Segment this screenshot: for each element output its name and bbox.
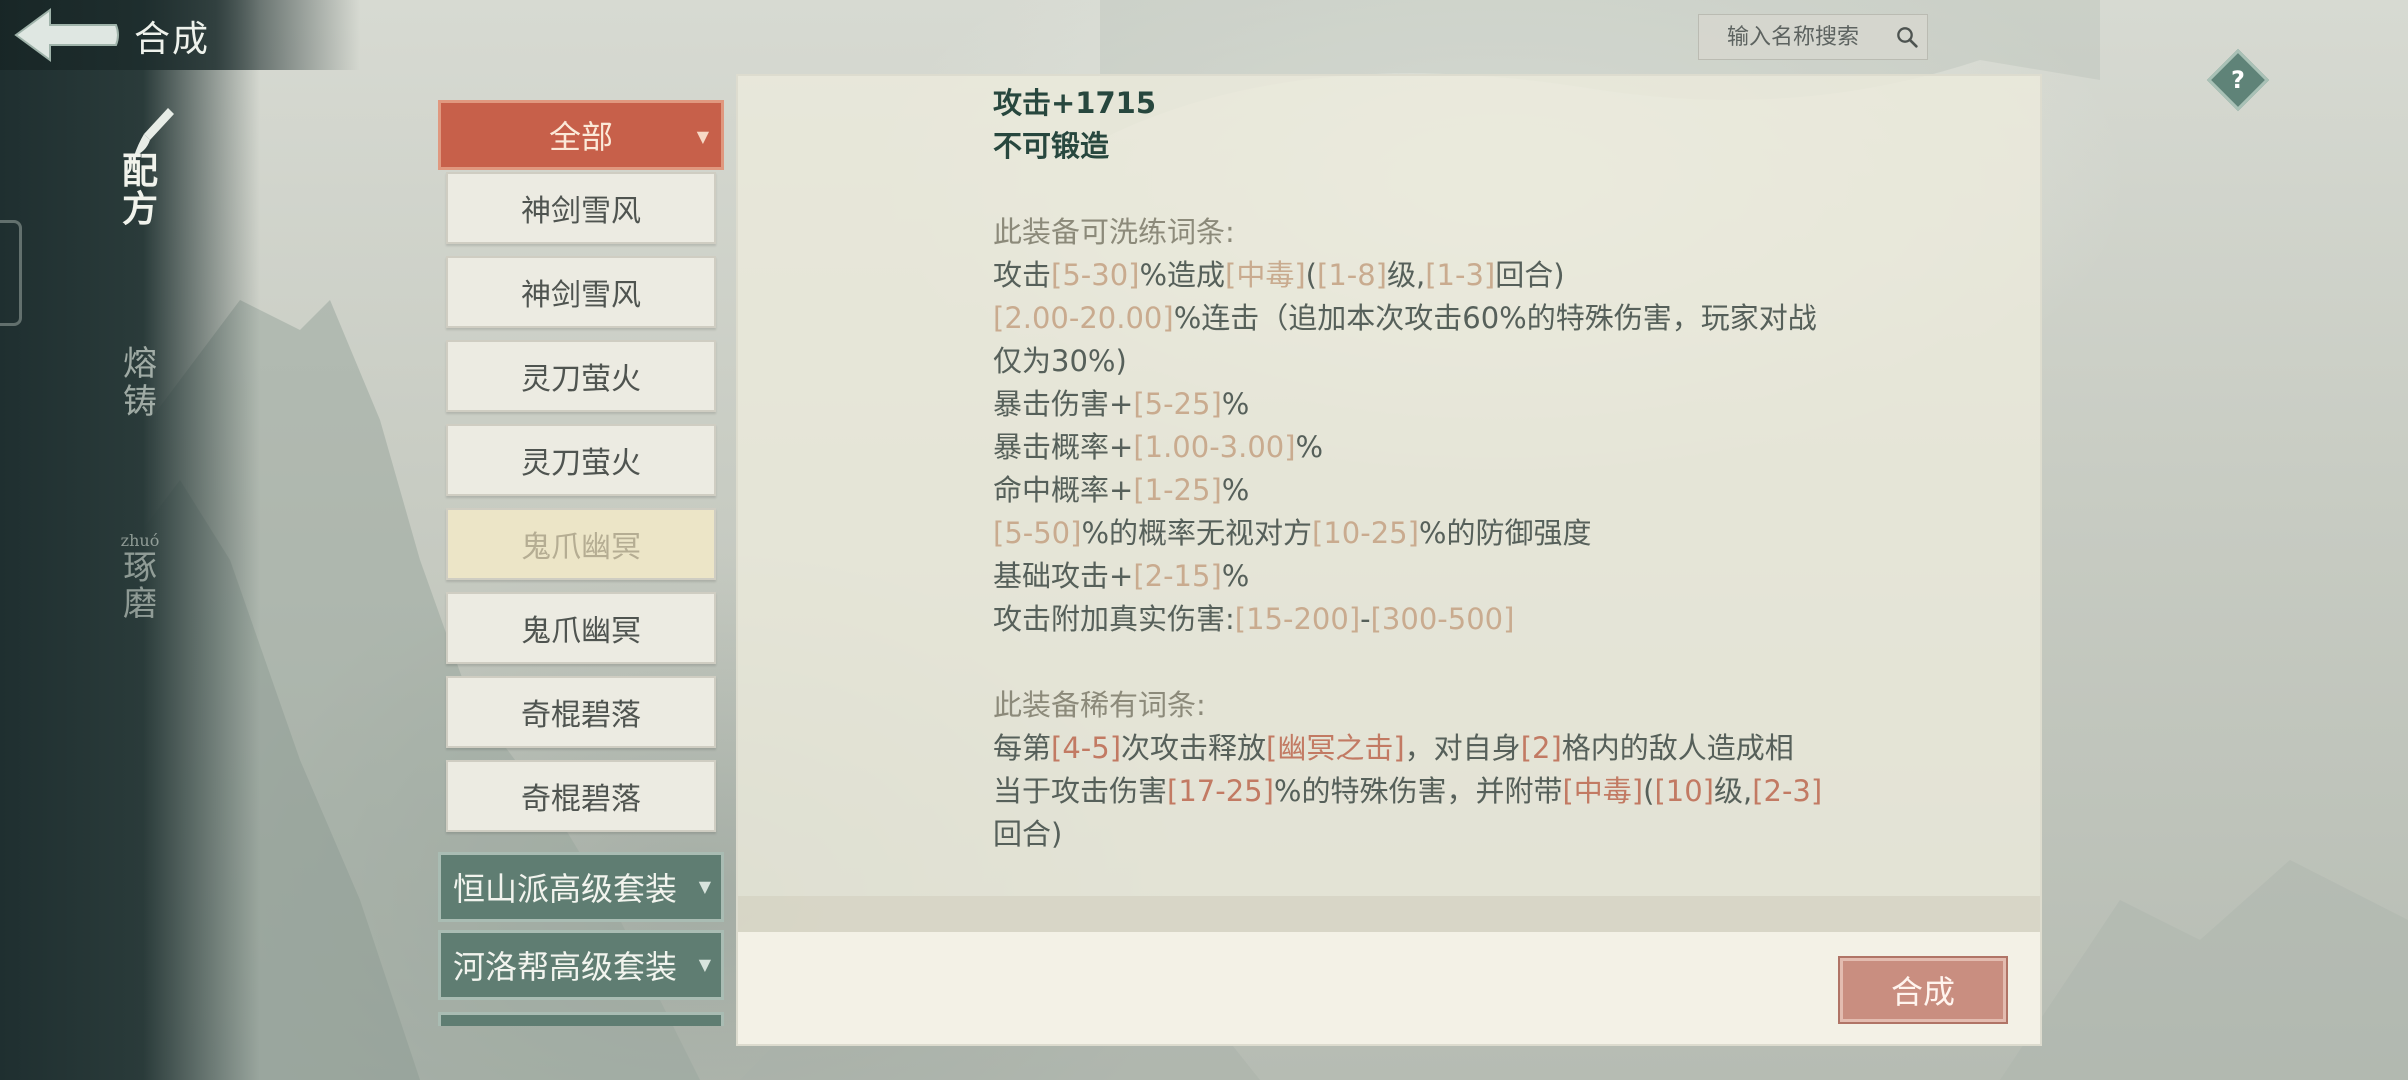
value-range: [2-3] (1752, 774, 1823, 808)
wash-line: 命中概率+[1-25]% (993, 473, 1250, 507)
value-range: [5-25] (1133, 387, 1222, 421)
value-range: [1-8] (1317, 258, 1387, 292)
wash-title: 此装备可洗练词条: (993, 215, 1235, 249)
tab-smelt-char-1: 熔 (123, 344, 157, 384)
side-edge-decoration (0, 220, 22, 326)
value-range: [4-5] (1051, 731, 1122, 765)
recipe-item[interactable]: 奇棍碧落 (446, 676, 716, 748)
search-input[interactable] (1725, 23, 1889, 51)
recipe-item[interactable]: 神剑雪风 (446, 172, 716, 244)
recipe-item-label: 神剑雪风 (521, 194, 641, 229)
recipe-item-label: 鬼爪幽冥 (521, 530, 641, 565)
recipe-item-selected[interactable]: 鬼爪幽冥 (446, 508, 716, 580)
help-icon: ? (2231, 66, 2245, 94)
recipe-item[interactable]: 神剑雪风 (446, 256, 716, 328)
value-range: [中毒] (1225, 258, 1306, 292)
value-range: [1-3] (1425, 258, 1496, 292)
search-icon[interactable] (1895, 19, 1919, 55)
category-all-label: 全部 (548, 118, 613, 156)
tab-recipe-char-2: 方 (121, 188, 158, 230)
wash-line: 暴击伤害+[5-25]% (993, 387, 1250, 421)
recipe-item-label: 奇棍碧落 (521, 782, 641, 817)
value-range: [10-25] (1312, 516, 1419, 550)
wash-line: 基础攻击+[2-15]% (993, 559, 1250, 593)
value-range: [5-30] (1051, 258, 1140, 292)
tab-recipe-char-1: 配 (121, 150, 158, 192)
wash-line: [5-50]%的概率无视对方[10-25]%的防御强度 (993, 516, 1592, 550)
value-range: [2] (1520, 731, 1562, 765)
recipe-item-label: 神剑雪风 (521, 278, 641, 313)
category-heluo-dropdown[interactable]: 河洛帮高级套装 ▼ (438, 930, 724, 1000)
value-range: [17-25] (1167, 774, 1274, 808)
value-range: [300-500] (1370, 602, 1515, 636)
category-partial[interactable] (438, 1012, 724, 1026)
chevron-down-icon: ▼ (696, 127, 709, 146)
value-range: [2-15] (1133, 559, 1222, 593)
rare-title: 此装备稀有词条: (993, 688, 1206, 722)
chevron-down-icon: ▼ (698, 955, 711, 974)
attack-stat: 攻击+1715 (993, 86, 1157, 120)
value-range: [中毒] (1562, 774, 1644, 808)
back-arrow-icon[interactable] (12, 6, 124, 64)
synthesize-button-label: 合成 (1890, 973, 1955, 1011)
wash-line: 攻击附加真实伤害:[15-200]-[300-500] (993, 602, 1515, 636)
value-range: [2.00-20.00] (993, 301, 1174, 335)
wash-line: [2.00-20.00]%连击（追加本次攻击60%的特殊伤害，玩家对战 (993, 301, 1817, 335)
recipe-item-label: 灵刀萤火 (521, 446, 641, 481)
recipe-item[interactable]: 奇棍碧落 (446, 760, 716, 832)
category-hengshan-dropdown[interactable]: 恒山派高级套装 ▼ (438, 852, 724, 922)
rare-line: 回合) (993, 817, 1063, 851)
category-all-dropdown[interactable]: 全部 ▼ (438, 100, 724, 170)
synthesize-button[interactable]: 合成 (1840, 958, 2006, 1022)
rare-line: 每第[4-5]次攻击释放[幽冥之击]，对自身[2]格内的敌人造成相 (993, 731, 1794, 765)
wash-line: 仅为30%) (993, 344, 1127, 378)
tab-polish-char-1: 琢 (123, 548, 157, 588)
recipe-item[interactable]: 灵刀萤火 (446, 340, 716, 412)
value-range: [15-200] (1234, 602, 1361, 636)
tab-recipe[interactable]: 配 方 (118, 152, 162, 228)
tab-polish-char-2: 磨 (123, 584, 157, 624)
panel-divider (738, 896, 2040, 932)
recipe-item-label: 灵刀萤火 (521, 362, 641, 397)
recipe-item-label: 鬼爪幽冥 (521, 614, 641, 649)
recipe-item[interactable]: 灵刀萤火 (446, 424, 716, 496)
value-range: [幽冥之击] (1266, 731, 1405, 765)
search-box[interactable] (1698, 14, 1928, 60)
rare-line: 当于攻击伤害[17-25]%的特殊伤害，并附带[中毒]([10]级,[2-3] (993, 774, 1823, 808)
forge-status: 不可锻造 (993, 129, 1110, 163)
value-range: [10] (1654, 774, 1714, 808)
wash-line: 暴击概率+[1.00-3.00]% (993, 430, 1324, 464)
recipe-item[interactable]: 鬼爪幽冥 (446, 592, 716, 664)
tab-polish[interactable]: zhuó 琢 磨 (118, 532, 162, 624)
tab-smelt-char-2: 铸 (123, 382, 157, 422)
tab-smelt[interactable]: 熔 铸 (118, 345, 162, 421)
value-range: [1.00-3.00] (1133, 430, 1296, 464)
equipment-details[interactable]: 攻击+1715 不可锻造 此装备可洗练词条: 攻击[5-30]%造成[中毒]([… (993, 82, 1853, 856)
page-title: 合成 (134, 19, 211, 60)
category-label: 河洛帮高级套装 (453, 948, 678, 986)
chevron-down-icon: ▼ (698, 877, 711, 896)
value-range: [5-50] (993, 516, 1082, 550)
recipe-item-label: 奇棍碧落 (521, 698, 641, 733)
wash-line: 攻击[5-30]%造成[中毒]([1-8]级,[1-3]回合) (993, 258, 1565, 292)
value-range: [1-25] (1133, 473, 1222, 507)
category-label: 恒山派高级套装 (453, 870, 678, 908)
